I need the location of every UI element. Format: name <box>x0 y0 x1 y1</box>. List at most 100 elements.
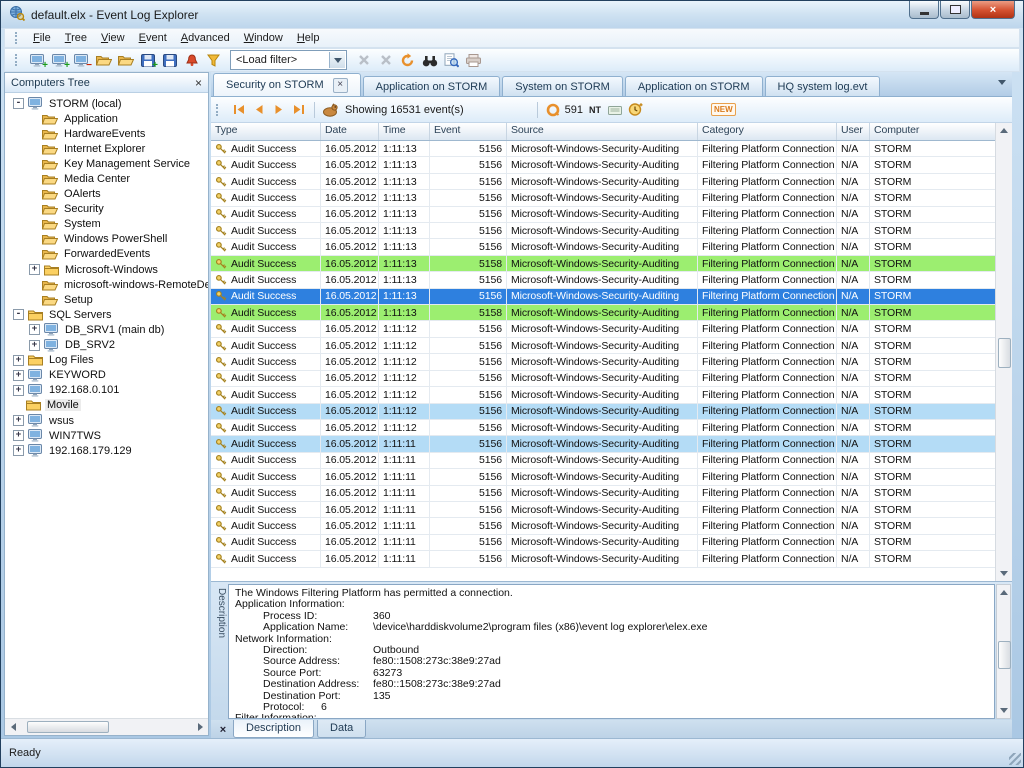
remove-filter-disabled-icon[interactable] <box>375 50 396 70</box>
table-row[interactable]: Audit Success 16.05.2012 1:11:13 5156 Micros… <box>211 157 996 174</box>
view-details-icon[interactable] <box>441 50 462 70</box>
table-row[interactable]: Audit Success 16.05.2012 1:11:12 5156 Micros… <box>211 354 996 371</box>
table-row[interactable]: Audit Success 16.05.2012 1:11:11 5156 Micros… <box>211 501 996 519</box>
table-row[interactable]: Audit Success 16.05.2012 1:11:12 5156 Micros… <box>211 337 996 355</box>
tree-item[interactable]: Windows PowerShell <box>5 232 208 247</box>
scroll-down-icon[interactable] <box>999 703 1008 718</box>
print-icon[interactable] <box>463 50 484 70</box>
collapse-icon[interactable]: - <box>13 98 24 110</box>
column-header-date[interactable]: Date <box>321 123 379 140</box>
tree-item[interactable]: + Log Files <box>5 353 208 368</box>
tree-item[interactable]: OAlerts <box>5 187 208 202</box>
nav-prev-icon[interactable] <box>250 101 267 118</box>
scrollbar-thumb[interactable] <box>998 338 1011 368</box>
tree-item[interactable]: Internet Explorer <box>5 141 208 156</box>
expand-icon[interactable]: + <box>13 415 24 427</box>
expand-icon[interactable]: + <box>13 354 24 366</box>
tree-item[interactable]: microsoft-windows-RemoteDesktop <box>5 277 208 292</box>
table-row[interactable]: Audit Success 16.05.2012 1:11:11 5156 Micros… <box>211 452 996 470</box>
tree-item[interactable]: + wsus <box>5 413 208 428</box>
load-filter-select[interactable]: <Load filter> <box>230 50 347 70</box>
table-row[interactable]: Audit Success 16.05.2012 1:11:11 5156 Micros… <box>211 551 996 568</box>
save-log-green-icon[interactable]: + <box>137 50 158 71</box>
tree-item[interactable]: + KEYWORD <box>5 368 208 383</box>
table-row[interactable]: Audit Success 16.05.2012 1:11:13 5156 Micros… <box>211 190 996 207</box>
table-row[interactable]: Audit Success 16.05.2012 1:11:13 5156 Micros… <box>211 173 996 191</box>
tree-item[interactable]: + WIN7TWS <box>5 428 208 443</box>
alert-icon[interactable] <box>181 50 202 70</box>
expand-icon[interactable]: + <box>29 339 40 351</box>
table-row[interactable]: Audit Success 16.05.2012 1:11:12 5156 Micros… <box>211 370 996 388</box>
tree-item[interactable]: HardwareEvents <box>5 126 208 141</box>
close-button[interactable]: × <box>971 1 1015 19</box>
expand-icon[interactable]: + <box>29 264 40 276</box>
tree-item[interactable]: Setup <box>5 292 208 307</box>
tree-item[interactable]: Application <box>5 111 208 126</box>
table-row[interactable]: Audit Success 16.05.2012 1:11:11 5156 Micros… <box>211 518 996 535</box>
table-row[interactable]: Audit Success 16.05.2012 1:11:12 5156 Micros… <box>211 321 996 338</box>
column-header-source[interactable]: Source <box>507 123 698 140</box>
scroll-left-icon[interactable] <box>5 723 21 731</box>
resize-grip[interactable] <box>1009 753 1021 765</box>
table-row[interactable]: Audit Success 16.05.2012 1:11:12 5156 Micros… <box>211 403 996 420</box>
save-log-icon[interactable] <box>159 50 180 70</box>
table-row[interactable]: Audit Success 16.05.2012 1:11:13 5156 Micros… <box>211 239 996 256</box>
list-icon[interactable] <box>607 101 624 118</box>
column-header-time[interactable]: Time <box>379 123 430 140</box>
tree-item[interactable]: ForwardedEvents <box>5 247 208 262</box>
column-header-category[interactable]: Category <box>698 123 837 140</box>
filter-icon[interactable] <box>203 50 224 70</box>
nav-next-icon[interactable] <box>270 101 287 118</box>
menu-help[interactable]: Help <box>290 30 327 46</box>
connect-computer-icon[interactable]: + <box>27 50 48 71</box>
table-row[interactable]: Audit Success 16.05.2012 1:11:11 5156 Micros… <box>211 485 996 502</box>
tree-item[interactable]: System <box>5 217 208 232</box>
scroll-up-icon[interactable] <box>999 585 1008 600</box>
tab-application-on-storm[interactable]: Application on STORM <box>624 76 763 96</box>
tree-item[interactable]: Security <box>5 202 208 217</box>
clear-filter-disabled-icon[interactable] <box>353 50 374 70</box>
scroll-right-icon[interactable] <box>192 723 208 731</box>
tree-horizontal-scrollbar[interactable] <box>5 718 208 735</box>
scrollbar-thumb[interactable] <box>27 721 109 733</box>
find-icon[interactable] <box>419 50 440 70</box>
clock-plus-icon[interactable] <box>627 101 644 118</box>
table-row[interactable]: Audit Success 16.05.2012 1:11:13 5156 Micros… <box>211 206 996 224</box>
add-computer-icon[interactable]: + <box>49 50 70 71</box>
scrollbar-thumb[interactable] <box>998 641 1011 669</box>
table-row[interactable]: Audit Success 16.05.2012 1:11:13 5156 Micros… <box>211 223 996 240</box>
grid-vertical-scrollbar[interactable] <box>995 123 1012 581</box>
tab-close-icon[interactable]: × <box>332 77 348 93</box>
expand-icon[interactable]: + <box>13 430 24 442</box>
scroll-up-icon[interactable] <box>1000 123 1008 138</box>
table-row[interactable]: Audit Success 16.05.2012 1:11:12 5156 Micros… <box>211 387 996 404</box>
tree-item[interactable]: + DB_SRV2 <box>5 338 208 353</box>
tree-item[interactable]: Movile <box>5 398 208 413</box>
description-scrollbar[interactable] <box>996 584 1011 719</box>
scroll-down-icon[interactable] <box>1000 566 1008 581</box>
menu-view[interactable]: View <box>94 30 132 46</box>
minimize-button[interactable] <box>909 1 939 19</box>
menu-event[interactable]: Event <box>132 30 174 46</box>
menu-tree[interactable]: Tree <box>58 30 94 46</box>
table-row[interactable]: Audit Success 16.05.2012 1:11:11 5156 Micros… <box>211 534 996 552</box>
table-row[interactable]: Audit Success 16.05.2012 1:11:13 5158 Micros… <box>211 255 996 273</box>
table-row[interactable]: Audit Success 16.05.2012 1:11:13 5158 Micros… <box>211 305 996 322</box>
tab-hq-system-log-evt[interactable]: HQ system log.evt <box>764 76 881 96</box>
tab-description[interactable]: Description <box>233 720 315 738</box>
column-header-user[interactable]: User <box>837 123 870 140</box>
toolbar-grip[interactable] <box>216 103 221 116</box>
tree-item[interactable]: - STORM (local) <box>5 96 208 111</box>
table-row[interactable]: Audit Success 16.05.2012 1:11:11 5156 Micros… <box>211 469 996 486</box>
table-row[interactable]: Audit Success 16.05.2012 1:11:12 5156 Micros… <box>211 419 996 437</box>
tree-item[interactable]: + DB_SRV1 (main db) <box>5 322 208 337</box>
table-row[interactable]: Audit Success 16.05.2012 1:11:13 5156 Micros… <box>211 272 996 289</box>
menu-window[interactable]: Window <box>237 30 290 46</box>
tree-item[interactable]: Key Management Service <box>5 156 208 171</box>
collapse-icon[interactable]: - <box>13 309 24 321</box>
tree-item[interactable]: Media Center <box>5 171 208 186</box>
tree-item[interactable]: +192.168.0.101 <box>5 383 208 398</box>
disconnect-computer-icon[interactable]: − <box>71 50 92 71</box>
tab-application-on-storm[interactable]: Application on STORM <box>362 76 501 96</box>
toolbar-grip[interactable] <box>15 32 20 44</box>
